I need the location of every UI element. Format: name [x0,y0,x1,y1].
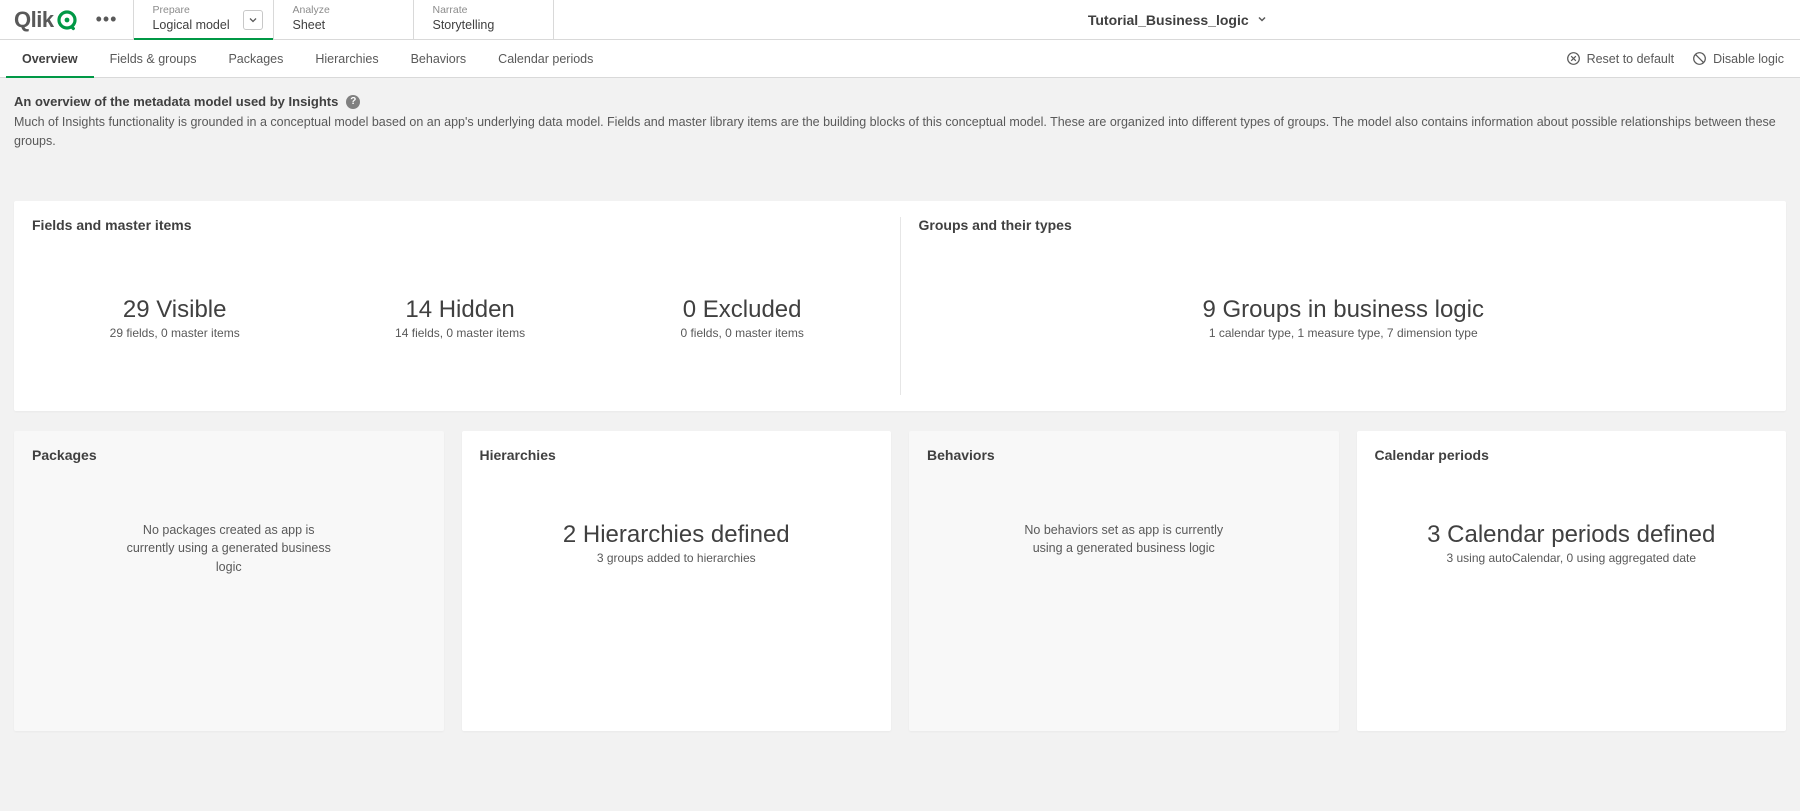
metric-sub: 0 fields, 0 master items [680,326,803,340]
metric-sub: 3 groups added to hierarchies [563,551,790,565]
app-title-text: Tutorial_Business_logic [1088,12,1249,28]
workflow-value: Sheet [292,17,395,35]
calendar-periods-card: Calendar periods 3 Calendar periods defi… [1357,431,1787,731]
workflow-tab-analyze[interactable]: Analyze Sheet [273,0,413,39]
calendar-title: Calendar periods [1375,447,1769,463]
fields-metrics: 29 Visible 29 fields, 0 master items 14 … [32,241,882,395]
groups-metrics: 9 Groups in business logic 1 calendar ty… [919,241,1769,395]
disable-icon [1692,51,1707,66]
workflow-tab-narrate[interactable]: Narrate Storytelling [413,0,553,39]
workflow-tab-prepare[interactable]: Prepare Logical model [133,0,273,39]
metric-excluded: 0 Excluded 0 fields, 0 master items [668,296,815,340]
metric-big: 2 Hierarchies defined [563,521,790,549]
top-header: Qlik ••• Prepare Logical model Analyze S… [0,0,1800,40]
chevron-down-icon[interactable] [243,10,263,30]
behaviors-card: Behaviors No behaviors set as app is cur… [909,431,1339,731]
overview-description: Much of Insights functionality is ground… [14,113,1786,151]
tab-overview[interactable]: Overview [6,40,94,77]
behaviors-empty-text: No behaviors set as app is currently usi… [1014,521,1234,559]
cards-row-2: Packages No packages created as app is c… [14,431,1786,731]
hierarchies-title: Hierarchies [480,447,874,463]
metric-sub: 3 using autoCalendar, 0 using aggregated… [1427,551,1715,565]
metric-big: 0 Excluded [680,296,803,324]
app-title[interactable]: Tutorial_Business_logic [554,0,1800,39]
logo-area: Qlik ••• [0,0,133,39]
metric-hidden: 14 Hidden 14 fields, 0 master items [383,296,537,340]
disable-logic-button[interactable]: Disable logic [1692,51,1784,66]
metric-hierarchies: 2 Hierarchies defined 3 groups added to … [551,521,802,565]
tab-hierarchies[interactable]: Hierarchies [299,40,394,77]
sub-tabs: Overview Fields & groups Packages Hierar… [0,40,609,77]
metric-big: 29 Visible [110,296,240,324]
qlik-q-icon [56,9,78,31]
metric-sub: 1 calendar type, 1 measure type, 7 dimen… [1203,326,1484,340]
metric-big: 3 Calendar periods defined [1427,521,1715,549]
workflow-value: Storytelling [432,17,535,35]
hierarchies-card: Hierarchies 2 Hierarchies defined 3 grou… [462,431,892,731]
workflow-label: Narrate [432,4,535,17]
tab-calendar-periods[interactable]: Calendar periods [482,40,609,77]
metric-calendar: 3 Calendar periods defined 3 using autoC… [1415,521,1727,565]
packages-title: Packages [32,447,426,463]
metric-big: 14 Hidden [395,296,525,324]
workflow-tabs: Prepare Logical model Analyze Sheet Narr… [133,0,554,39]
workflow-label: Analyze [292,4,395,17]
disable-label: Disable logic [1713,52,1784,66]
groups-card-title: Groups and their types [919,217,1769,233]
help-icon[interactable]: ? [346,95,360,109]
reset-icon [1566,51,1581,66]
packages-empty-text: No packages created as app is currently … [119,521,339,577]
packages-card: Packages No packages created as app is c… [14,431,444,731]
reset-label: Reset to default [1587,52,1675,66]
content: An overview of the metadata model used b… [0,78,1800,749]
overview-header: An overview of the metadata model used b… [14,88,1786,163]
metric-visible: 29 Visible 29 fields, 0 master items [98,296,252,340]
workflow-label: Prepare [152,4,255,17]
logo-text: Qlik [14,7,54,33]
sub-nav-actions: Reset to default Disable logic [1566,40,1800,77]
cards-row-1: Fields and master items 29 Visible 29 fi… [14,201,1786,411]
more-icon[interactable]: ••• [90,9,124,30]
metric-sub: 14 fields, 0 master items [395,326,525,340]
reset-to-default-button[interactable]: Reset to default [1566,51,1675,66]
metric-groups: 9 Groups in business logic 1 calendar ty… [1191,296,1496,340]
workflow-value: Logical model [152,17,255,35]
sub-nav: Overview Fields & groups Packages Hierar… [0,40,1800,78]
fields-card-title: Fields and master items [32,217,882,233]
behaviors-title: Behaviors [927,447,1321,463]
chevron-down-icon[interactable] [1257,13,1267,27]
fields-groups-card: Fields and master items 29 Visible 29 fi… [14,201,1786,411]
overview-title: An overview of the metadata model used b… [14,94,338,109]
tab-packages[interactable]: Packages [212,40,299,77]
metric-sub: 29 fields, 0 master items [110,326,240,340]
tab-behaviors[interactable]: Behaviors [395,40,483,77]
metric-big: 9 Groups in business logic [1203,296,1484,324]
tab-fields-groups[interactable]: Fields & groups [94,40,213,77]
qlik-logo[interactable]: Qlik [14,7,78,33]
